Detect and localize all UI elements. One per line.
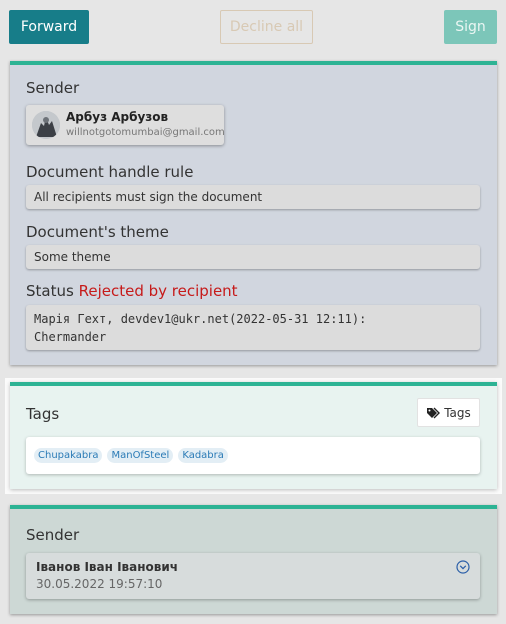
tag-chip[interactable]: Kadabra: [178, 448, 228, 463]
forward-button[interactable]: Forward: [9, 10, 89, 44]
history-entry-date: 30.05.2022 19:57:10: [36, 577, 163, 591]
tags-heading: Tags: [26, 405, 60, 423]
tag-chip[interactable]: Chupakabra: [34, 448, 103, 463]
status-label: Status: [26, 282, 74, 300]
theme-heading: Document's theme: [26, 223, 169, 241]
history-card: Sender Іванов Іван Іванович 30.05.2022 1…: [10, 505, 497, 614]
toolbar: Forward Decline all Sign: [0, 0, 506, 56]
sender-name: Арбуз Арбузов: [66, 110, 169, 124]
chevron-down-circle-icon[interactable]: [456, 560, 470, 574]
tags-button[interactable]: Tags: [417, 398, 480, 427]
sender-chip[interactable]: Арбуз Арбузов willnotgotomumbai@gmail.co…: [26, 105, 225, 145]
sender-heading: Sender: [26, 79, 80, 97]
sign-button[interactable]: Sign: [444, 10, 497, 44]
tag-chip[interactable]: ManOfSteel: [107, 448, 174, 463]
user-avatar: [32, 111, 60, 139]
rejection-comment: Марія Гехт, devdev1@ukr.net(2022-05-31 1…: [26, 305, 480, 350]
history-entry-name: Іванов Іван Іванович: [36, 560, 179, 574]
status-value: Rejected by recipient: [78, 282, 238, 300]
decline-all-button[interactable]: Decline all: [220, 10, 313, 44]
tag-list: Chupakabra ManOfSteel Kadabra: [26, 437, 480, 474]
theme-field: Some theme: [26, 245, 480, 269]
handle-rule-field: All recipients must sign the document: [26, 185, 480, 209]
history-heading: Sender: [26, 526, 80, 544]
history-entry[interactable]: Іванов Іван Іванович 30.05.2022 19:57:10: [26, 553, 480, 599]
document-info-card: Sender Арбуз Арбузов willnotgotomumbai@g…: [10, 61, 497, 365]
tags-card: Tags Tags Chupakabra ManOfSteel Kadabra: [10, 382, 497, 489]
handle-rule-heading: Document handle rule: [26, 163, 194, 181]
status-row: Status Rejected by recipient: [26, 282, 238, 300]
sender-email: willnotgotomumbai@gmail.com: [66, 127, 225, 138]
tags-icon: [427, 407, 441, 418]
tags-button-label: Tags: [444, 405, 471, 420]
